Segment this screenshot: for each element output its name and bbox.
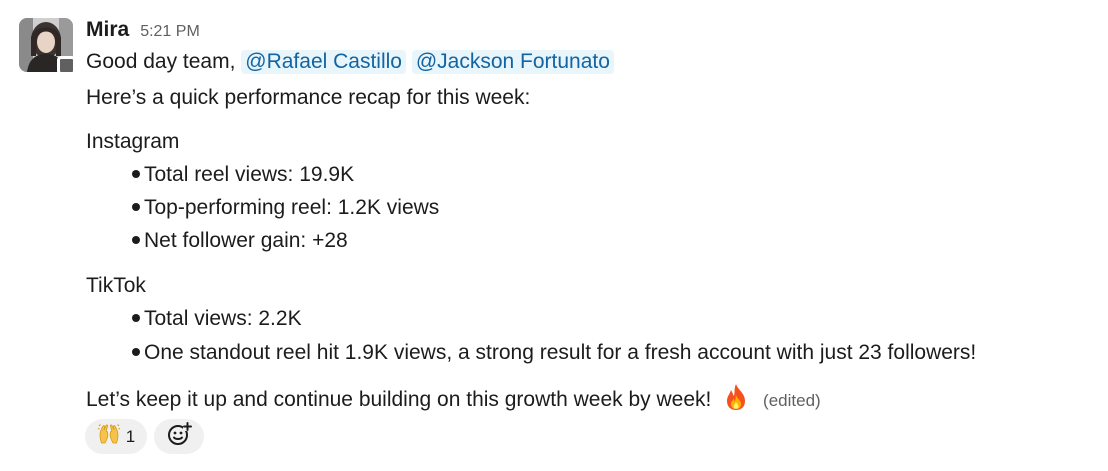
list-item: Total reel views: 19.9K [132, 160, 354, 190]
reaction-raised-hands[interactable]: 1 [85, 419, 147, 454]
message: Mira 5:21 PM Good day team, @Rafael Cast… [0, 0, 1108, 471]
bullet-icon [132, 169, 140, 178]
closing-text: Let’s keep it up and continue building o… [86, 388, 712, 411]
list-item-text: Total reel views: 19.9K [144, 163, 355, 186]
bullet-icon [132, 313, 140, 322]
timestamp[interactable]: 5:21 PM [140, 23, 200, 41]
section-heading-instagram: Instagram [86, 130, 180, 153]
list-item-text: Net follower gain: +28 [144, 229, 348, 252]
greeting-line: Good day team, @Rafael Castillo @Jackson… [86, 47, 614, 77]
mention-rafael[interactable]: @Rafael Castillo [241, 50, 406, 74]
add-reaction-button[interactable] [154, 419, 204, 454]
reactions-bar: 1 [85, 419, 204, 454]
intro-text: Here’s a quick performance recap for thi… [86, 86, 531, 109]
fire-icon [721, 382, 751, 412]
bullet-icon [132, 347, 140, 356]
add-reaction-icon [166, 421, 192, 452]
list-item: One standout reel hit 1.9K views, a stro… [132, 338, 976, 368]
presence-status-icon [57, 56, 76, 75]
section-heading-tiktok: TikTok [86, 274, 146, 297]
list-item: Top-performing reel: 1.2K views [132, 193, 439, 223]
edited-label: (edited) [763, 391, 821, 410]
list-item-text: Total views: 2.2K [144, 307, 302, 330]
bullet-icon [132, 235, 140, 244]
message-header: Mira 5:21 PM [86, 18, 200, 44]
list-item-text: One standout reel hit 1.9K views, a stro… [144, 341, 977, 364]
reaction-count: 1 [125, 426, 136, 446]
list-item-text: Top-performing reel: 1.2K views [144, 196, 440, 219]
list-item: Net follower gain: +28 [132, 226, 348, 256]
mention-jackson[interactable]: @Jackson Fortunato [411, 50, 614, 74]
bullet-icon [132, 202, 140, 211]
author-name[interactable]: Mira [86, 18, 129, 42]
closing-line: Let’s keep it up and continue building o… [86, 382, 821, 416]
greeting-text: Good day team, [86, 50, 236, 73]
raised-hands-icon [97, 422, 121, 451]
list-item: Total views: 2.2K [132, 304, 302, 334]
